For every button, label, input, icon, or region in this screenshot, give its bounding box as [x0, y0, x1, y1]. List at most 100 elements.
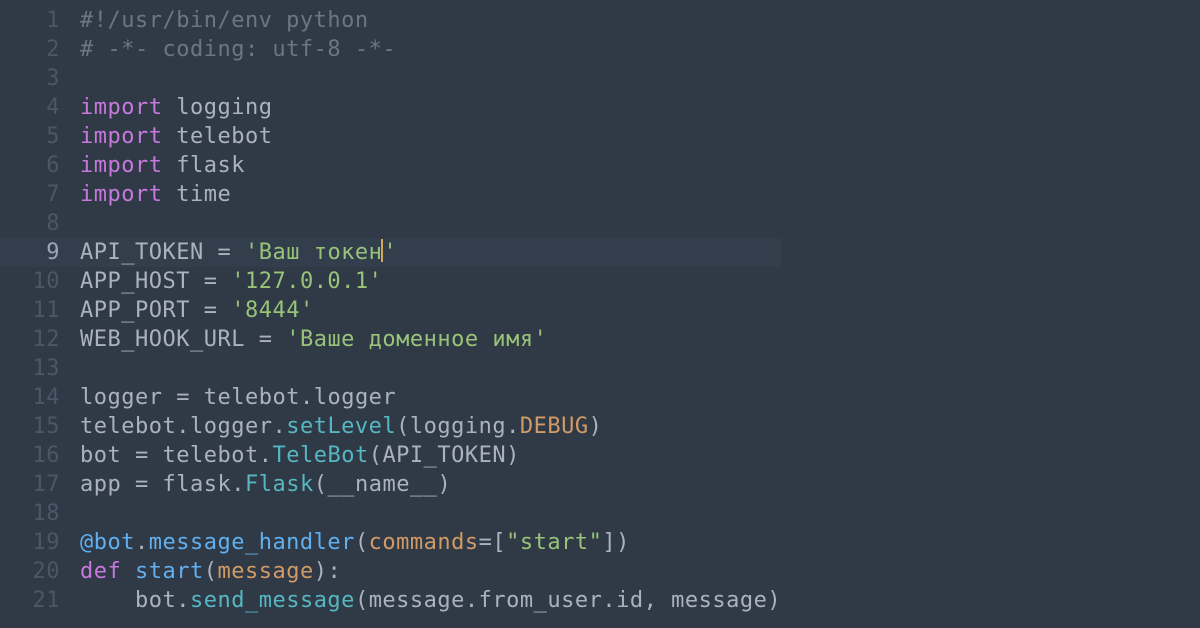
whitespace: [121, 472, 135, 497]
whitespace: [657, 588, 671, 613]
code-token: (: [369, 443, 383, 468]
code-line[interactable]: app = flask.Flask(__name__): [80, 470, 781, 499]
code-token: import: [80, 95, 162, 120]
code-token: =: [204, 269, 218, 294]
code-token: __name__: [327, 472, 437, 497]
code-token: .: [300, 385, 314, 410]
code-line[interactable]: [80, 499, 781, 528]
code-token: flask: [163, 472, 232, 497]
code-token: 'Ваш токен: [245, 240, 382, 265]
code-token: telebot: [204, 385, 300, 410]
code-line[interactable]: [80, 64, 781, 93]
code-token: (: [355, 588, 369, 613]
code-token: send_message: [190, 588, 355, 613]
code-token: flask: [176, 153, 245, 178]
code-line[interactable]: bot.send_message(message.from_user.id, m…: [80, 586, 781, 615]
code-token: .: [602, 588, 616, 613]
code-token: 'Ваше доменное имя': [286, 327, 547, 352]
code-line[interactable]: logger = telebot.logger: [80, 383, 781, 412]
code-token: =: [135, 443, 149, 468]
code-token: =: [135, 472, 149, 497]
line-number: 21: [0, 586, 60, 615]
code-line[interactable]: bot = telebot.TeleBot(API_TOKEN): [80, 441, 781, 470]
line-number: 14: [0, 383, 60, 412]
line-number: 3: [0, 64, 60, 93]
whitespace: [272, 327, 286, 352]
code-line[interactable]: import logging: [80, 93, 781, 122]
line-number: 9: [0, 238, 60, 267]
code-token: =: [217, 240, 231, 265]
whitespace: [162, 385, 176, 410]
code-token: message_handler: [149, 530, 355, 555]
code-editor[interactable]: 123456789101112131415161718192021 #!/usr…: [0, 0, 1200, 628]
line-number: 19: [0, 528, 60, 557]
whitespace: [162, 153, 176, 178]
code-token: ): [767, 588, 781, 613]
code-line[interactable]: import time: [80, 180, 781, 209]
code-token: .: [135, 530, 149, 555]
code-token: logging: [410, 414, 506, 439]
code-token: DEBUG: [520, 414, 589, 439]
code-line[interactable]: #!/usr/bin/env python: [80, 6, 781, 35]
code-token: setLevel: [286, 414, 396, 439]
line-number-gutter: 123456789101112131415161718192021: [0, 0, 60, 628]
code-token: '127.0.0.1': [231, 269, 382, 294]
code-token: # -*- coding: utf-8 -*-: [80, 37, 396, 62]
whitespace: [80, 588, 135, 613]
whitespace: [162, 182, 176, 207]
code-area[interactable]: #!/usr/bin/env python # -*- coding: utf-8…: [60, 0, 781, 628]
line-number: 16: [0, 441, 60, 470]
whitespace: [190, 298, 204, 323]
line-number: 2: [0, 35, 60, 64]
code-line[interactable]: [80, 209, 781, 238]
code-line[interactable]: def start(message):: [80, 557, 781, 586]
code-token: ]: [602, 530, 616, 555]
whitespace: [162, 124, 176, 149]
code-token: app: [80, 472, 121, 497]
code-token: commands: [369, 530, 479, 555]
code-line[interactable]: APP_PORT = '8444': [80, 296, 781, 325]
code-token: "start": [506, 530, 602, 555]
code-token: from_user: [479, 588, 603, 613]
code-token: logger: [80, 385, 162, 410]
code-line[interactable]: APP_HOST = '127.0.0.1': [80, 267, 781, 296]
code-line[interactable]: import flask: [80, 151, 781, 180]
code-token: #!/usr/bin/env python: [80, 8, 369, 33]
code-token: .: [272, 414, 286, 439]
line-number: 15: [0, 412, 60, 441]
code-token: .: [231, 472, 245, 497]
line-number: 20: [0, 557, 60, 586]
line-number: 1: [0, 6, 60, 35]
code-token: import: [80, 124, 162, 149]
line-number: 11: [0, 296, 60, 325]
code-token: [: [492, 530, 506, 555]
code-line[interactable]: # -*- coding: utf-8 -*-: [80, 35, 781, 64]
code-token: def: [80, 559, 121, 584]
code-token: id: [616, 588, 644, 613]
whitespace: [245, 327, 259, 352]
code-token: message: [369, 588, 465, 613]
code-token: import: [80, 153, 162, 178]
code-token: time: [176, 182, 231, 207]
code-token: bot: [135, 588, 176, 613]
line-number: 18: [0, 499, 60, 528]
code-token: ): [437, 472, 451, 497]
whitespace: [149, 443, 163, 468]
code-token: logger: [314, 385, 396, 410]
code-token: .: [259, 443, 273, 468]
code-line[interactable]: WEB_HOOK_URL = 'Ваше доменное имя': [80, 325, 781, 354]
code-token: API_TOKEN: [382, 443, 506, 468]
line-number: 13: [0, 354, 60, 383]
code-line[interactable]: @bot.message_handler(commands=["start"]): [80, 528, 781, 557]
code-token: message: [217, 559, 313, 584]
code-token: APP_HOST: [80, 269, 190, 294]
code-line[interactable]: API_TOKEN = 'Ваш токен': [80, 238, 781, 267]
code-token: ': [383, 240, 397, 265]
code-line[interactable]: import telebot: [80, 122, 781, 151]
code-line[interactable]: telebot.logger.setLevel(logging.DEBUG): [80, 412, 781, 441]
code-token: Flask: [245, 472, 314, 497]
code-token: =: [176, 385, 190, 410]
code-token: ): [506, 443, 520, 468]
code-line[interactable]: [80, 354, 781, 383]
code-token: APP_PORT: [80, 298, 190, 323]
